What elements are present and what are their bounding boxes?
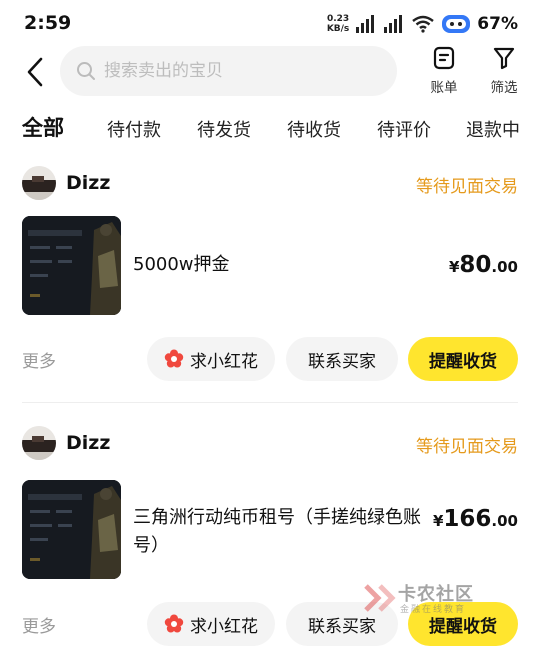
- product-price: ¥166.00: [433, 506, 518, 532]
- remind-receipt-button[interactable]: 提醒收货: [408, 337, 518, 381]
- contact-buyer-label: 联系买家: [308, 351, 376, 372]
- chevron-left-icon: [27, 57, 43, 87]
- request-flower-button[interactable]: 求小红花: [147, 337, 275, 381]
- search-box[interactable]: [60, 46, 397, 96]
- contact-buyer-button[interactable]: 联系买家: [286, 337, 398, 381]
- request-flower-label: 求小红花: [190, 351, 258, 372]
- product-title[interactable]: 三角洲行动纯币租号（手搓纯绿色账号）: [133, 504, 433, 560]
- filter-button[interactable]: 筛选: [481, 46, 527, 98]
- product-image: [22, 216, 121, 315]
- status-time: 2:59: [24, 12, 72, 34]
- watermark: 卡农社区 金融在线教育: [362, 578, 492, 618]
- seller-name: Dizz: [66, 432, 111, 454]
- tab-pending-receipt[interactable]: 待收货: [287, 116, 341, 142]
- price-integer: 166: [443, 506, 492, 532]
- cell-signal-icon: [356, 15, 375, 33]
- seller-row[interactable]: Dizz: [22, 166, 110, 200]
- tab-pending-payment[interactable]: 待付款: [107, 116, 161, 142]
- net-speed: 0.23 KB/s: [327, 14, 349, 34]
- price-symbol: ¥: [448, 258, 460, 276]
- filter-label: 筛选: [490, 80, 518, 96]
- cell-signal-2-icon: [384, 15, 403, 33]
- remind-receipt-label: 提醒收货: [429, 351, 497, 372]
- search-input[interactable]: [104, 61, 364, 81]
- product-thumbnail[interactable]: [22, 480, 121, 579]
- product-title[interactable]: 5000w押金: [133, 251, 230, 279]
- more-button[interactable]: 更多: [22, 347, 56, 372]
- filter-icon: [493, 47, 515, 70]
- seller-name: Dizz: [66, 172, 111, 194]
- order-card[interactable]: Dizz 等待见面交易 5000w押金 ¥80.00 更多 求小红花 联系买家 …: [0, 160, 540, 402]
- product-thumbnail[interactable]: [22, 216, 121, 315]
- bill-icon: [433, 46, 455, 70]
- tab-all[interactable]: 全部: [22, 112, 64, 142]
- order-status: 等待见面交易: [416, 177, 518, 197]
- status-icons: 0.23 KB/s 67%: [327, 12, 518, 36]
- flower-icon: [164, 614, 184, 633]
- wifi-icon: [412, 15, 435, 33]
- price-symbol: ¥: [432, 512, 444, 530]
- order-status: 等待见面交易: [416, 437, 518, 457]
- price-decimal: .00: [491, 258, 518, 276]
- avatar[interactable]: [22, 166, 56, 200]
- watermark-subtext: 金融在线教育: [400, 605, 467, 615]
- order-card[interactable]: Dizz 等待见面交易 三角洲行动纯币租号（手搓纯绿色账号） ¥166.00 更…: [0, 420, 540, 666]
- bill-button[interactable]: 账单: [421, 46, 467, 98]
- avatar[interactable]: [22, 426, 56, 460]
- battery-level: 67%: [477, 14, 518, 34]
- net-speed-unit: KB/s: [326, 24, 350, 34]
- bill-label: 账单: [430, 80, 458, 96]
- price-decimal: .00: [491, 512, 518, 530]
- back-button[interactable]: [20, 54, 50, 90]
- watermark-logo-icon: [364, 584, 396, 612]
- status-bar: 2:59 0.23 KB/s 67%: [0, 0, 540, 48]
- header: 账单 筛选: [0, 46, 540, 98]
- avatar-image: [22, 166, 56, 200]
- request-flower-button[interactable]: 求小红花: [147, 602, 275, 646]
- tab-pending-review[interactable]: 待评价: [377, 116, 431, 142]
- order-tabs: 全部 待付款 待发货 待收货 待评价 退款中: [0, 110, 540, 150]
- product-image: [22, 480, 121, 579]
- tab-pending-shipment[interactable]: 待发货: [197, 116, 251, 142]
- card-divider: [22, 402, 518, 403]
- tab-refunding[interactable]: 退款中: [466, 116, 520, 142]
- avatar-image: [22, 426, 56, 460]
- seller-row[interactable]: Dizz: [22, 426, 110, 460]
- price-integer: 80: [459, 252, 492, 278]
- request-flower-label: 求小红花: [190, 616, 258, 637]
- product-price: ¥80.00: [449, 252, 518, 278]
- more-button[interactable]: 更多: [22, 612, 56, 637]
- robot-face-icon: [442, 15, 471, 33]
- flower-icon: [164, 349, 184, 368]
- net-speed-value: 0.23: [326, 14, 350, 24]
- search-icon: [77, 62, 95, 80]
